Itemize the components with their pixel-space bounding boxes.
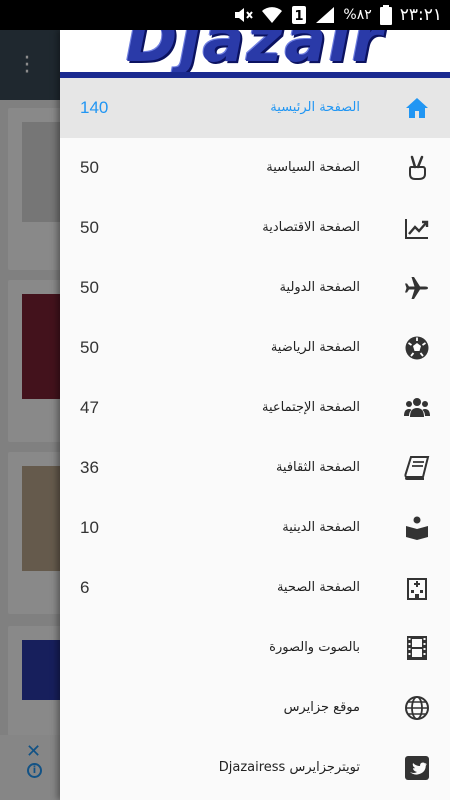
- menu-item-religion[interactable]: 10 الصفحة الدينية: [60, 498, 450, 558]
- item-label: الصفحة الصحية: [276, 580, 360, 595]
- item-count: 50: [80, 278, 99, 297]
- battery-percent: %٨٢: [343, 7, 372, 23]
- globe-icon: [404, 695, 430, 721]
- navigation-drawer: Djazair ess 140 الصفحة الرئيسية 50 الصفح…: [60, 30, 450, 800]
- menu-item-home[interactable]: 140 الصفحة الرئيسية: [60, 78, 450, 138]
- menu-item-society[interactable]: 47 الصفحة الإجتماعية: [60, 378, 450, 438]
- soccer-ball-icon: [404, 335, 430, 361]
- menu-item-international[interactable]: 50 الصفحة الدولية: [60, 258, 450, 318]
- hospital-icon: [404, 575, 430, 601]
- airplane-icon: [404, 275, 430, 301]
- item-label: الصفحة الرياضية: [270, 340, 360, 355]
- item-label: موقع جزايرس: [283, 700, 360, 715]
- sim-number: 1: [295, 9, 304, 24]
- item-label: بالصوت والصورة: [269, 640, 360, 655]
- item-count: 50: [80, 218, 99, 237]
- victory-hand-icon: [404, 155, 430, 181]
- group-icon: [404, 395, 430, 421]
- trending-up-icon: [404, 215, 430, 241]
- item-count: 6: [80, 578, 90, 597]
- signal-icon: [315, 6, 335, 24]
- menu-item-politics[interactable]: 50 الصفحة السياسية: [60, 138, 450, 198]
- menu-item-sports[interactable]: 50 الصفحة الرياضية: [60, 318, 450, 378]
- drawer-menu: 140 الصفحة الرئيسية 50 الصفحة السياسية 5…: [60, 78, 450, 798]
- clock: ٢٣:٢١: [399, 5, 442, 25]
- menu-item-twitter[interactable]: تويترجزايرس Djazairess: [60, 738, 450, 798]
- film-icon: [404, 635, 430, 661]
- item-count: 50: [80, 158, 99, 177]
- reading-person-icon: [404, 515, 430, 541]
- menu-item-economy[interactable]: 50 الصفحة الاقتصادية: [60, 198, 450, 258]
- battery-icon: [379, 5, 392, 25]
- item-label: الصفحة الإجتماعية: [261, 400, 360, 415]
- drawer-header: Djazair ess: [60, 30, 450, 78]
- menu-item-culture[interactable]: 36 الصفحة الثقافية: [60, 438, 450, 498]
- item-count: 10: [80, 518, 99, 537]
- twitter-icon: [404, 755, 430, 781]
- site-logo: Djazair ess: [60, 30, 450, 78]
- item-label: الصفحة الثقافية: [275, 460, 360, 475]
- item-count: 47: [80, 398, 99, 417]
- item-label: الصفحة الدينية: [282, 520, 360, 535]
- sim-icon: 1: [291, 5, 307, 25]
- menu-item-website[interactable]: موقع جزايرس: [60, 678, 450, 738]
- item-label: تويترجزايرس Djazairess: [218, 760, 360, 775]
- menu-item-health[interactable]: 6 الصفحة الصحية: [60, 558, 450, 618]
- item-count: 140: [80, 98, 109, 117]
- book-icon: [404, 455, 430, 481]
- item-label: الصفحة الاقتصادية: [262, 220, 360, 235]
- item-label: الصفحة السياسية: [266, 160, 360, 175]
- wifi-icon: [261, 6, 283, 24]
- mute-icon: [233, 6, 254, 24]
- item-count: 36: [80, 458, 99, 477]
- item-label: الصفحة الدولية: [279, 280, 360, 295]
- item-count: 50: [80, 338, 99, 357]
- home-icon: [404, 95, 430, 121]
- item-label: الصفحة الرئيسية: [270, 100, 360, 115]
- menu-item-video[interactable]: بالصوت والصورة: [60, 618, 450, 678]
- status-bar: 1 %٨٢ ٢٣:٢١: [0, 0, 450, 30]
